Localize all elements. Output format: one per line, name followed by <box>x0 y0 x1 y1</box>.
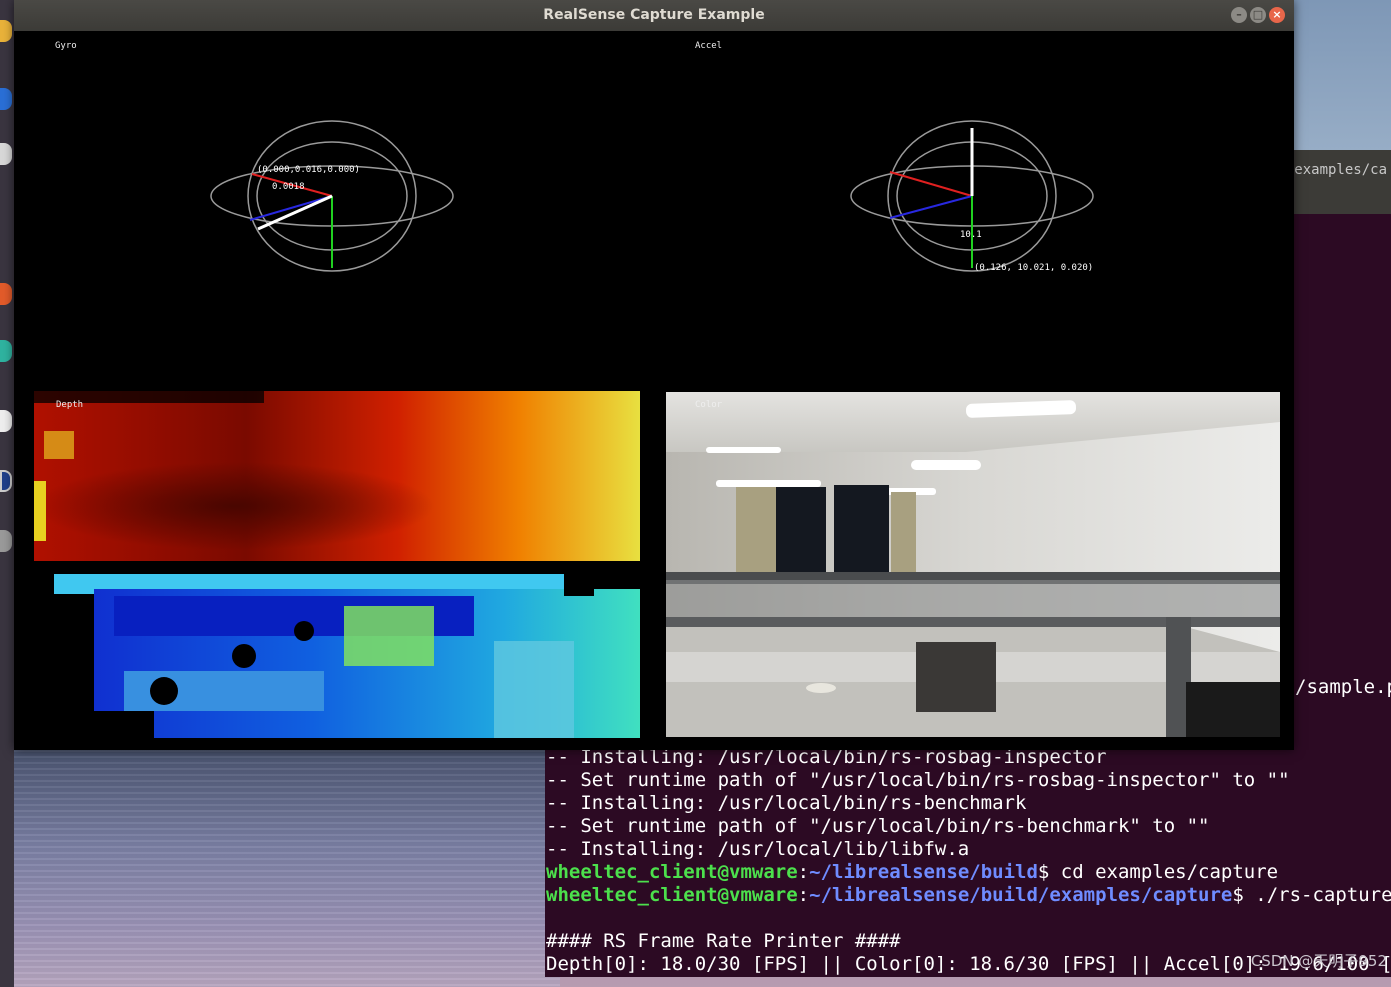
terminal-prompt-line: wheeltec_client@vmware:~/librealsense/bu… <box>546 884 1391 906</box>
terminal-partial-text: /sample.p <box>1295 676 1391 698</box>
dock-app-icon[interactable] <box>0 410 12 432</box>
depth-colormap <box>34 391 640 738</box>
gyro-magnitude-text: 0.0018 <box>272 182 305 192</box>
prompt-path: ~/librealsense/build/examples/capture <box>809 884 1233 906</box>
color-label: Color <box>695 400 723 410</box>
gyro-z-axis <box>249 195 333 221</box>
window-title: RealSense Capture Example <box>543 7 765 23</box>
accel-x-axis <box>889 171 973 197</box>
gyro-sphere-view: (0.000,0.016,0.000) 0.0018 <box>210 120 454 272</box>
terminal-line: -- Installing: /usr/local/bin/rs-benchma… <box>546 792 1027 814</box>
color-stream-view: Color <box>666 392 1280 737</box>
dock-app-icon[interactable] <box>0 470 12 492</box>
accel-sphere-view: 10.1 (0.126, 10.021, 0.020) <box>850 120 1094 273</box>
accel-magnitude-text: 10.1 <box>960 230 982 240</box>
prompt-user: wheeltec_client@vmware <box>546 884 798 906</box>
csdn-watermark: CSDN @天明子952 <box>1250 952 1387 970</box>
prompt-path: ~/librealsense/build <box>809 861 1038 883</box>
gyro-label: Gyro <box>55 41 77 51</box>
color-camera-image <box>666 392 1280 737</box>
dock-app-icon[interactable] <box>0 530 12 552</box>
prompt-command: $ cd examples/capture <box>1037 861 1279 883</box>
maximize-button[interactable]: □ <box>1250 7 1266 23</box>
close-button[interactable]: × <box>1269 7 1285 23</box>
dock-app-icon[interactable] <box>0 143 12 165</box>
depth-stream-view: Depth <box>34 391 640 738</box>
minimize-button[interactable]: – <box>1231 7 1247 23</box>
terminal-prompt-line: wheeltec_client@vmware:~/librealsense/bu… <box>546 861 1279 883</box>
accel-label: Accel <box>695 41 723 51</box>
prompt-user: wheeltec_client@vmware <box>546 861 798 883</box>
gyro-vector-text: (0.000,0.016,0.000) <box>257 165 360 175</box>
dock-app-icon[interactable] <box>0 88 12 110</box>
terminal-line: -- Installing: /usr/local/lib/libfw.a <box>546 838 970 860</box>
terminal-line: -- Set runtime path of "/usr/local/bin/r… <box>546 769 1290 791</box>
dock-app-icon[interactable] <box>0 283 12 305</box>
window-titlebar[interactable]: RealSense Capture Example – □ × <box>14 0 1294 31</box>
depth-label: Depth <box>56 400 84 410</box>
accel-vector-text: (0.126, 10.021, 0.020) <box>974 263 1093 273</box>
dock-app-icon[interactable] <box>0 20 12 42</box>
terminal-line: -- Set runtime path of "/usr/local/bin/r… <box>546 815 1210 837</box>
capture-window[interactable]: RealSense Capture Example – □ × Gyro (0.… <box>14 0 1294 750</box>
launcher-dock <box>0 0 14 987</box>
terminal-line: #### RS Frame Rate Printer #### <box>546 930 901 952</box>
prompt-command: $ ./rs-capture <box>1232 884 1391 906</box>
dock-app-icon[interactable] <box>0 340 12 362</box>
wallpaper-water <box>0 750 560 987</box>
accel-z-axis <box>889 195 973 219</box>
